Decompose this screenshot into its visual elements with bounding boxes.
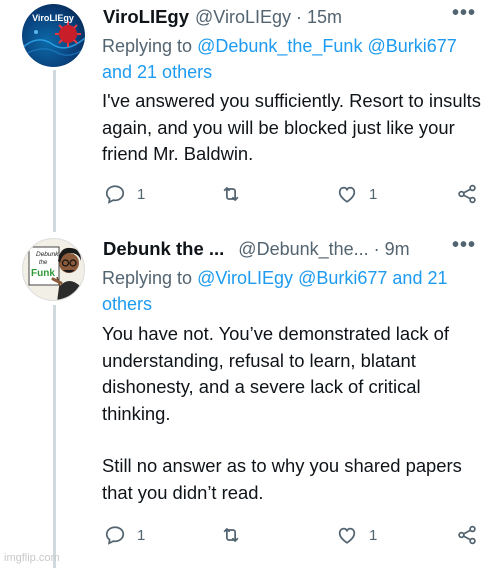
thread-connector-line — [53, 70, 56, 232]
separator-dot: · — [296, 6, 303, 27]
share-icon — [458, 525, 476, 545]
retweet-button[interactable] — [220, 524, 253, 546]
replying-to: Replying to @Debunk_the_Funk @Burki677 a… — [102, 33, 482, 85]
avatar-sign-text: Funk — [31, 268, 55, 279]
separator-dot: · — [373, 238, 380, 259]
tweet-virolieg[interactable]: ViroLIEgy ViroLIEgy @ViroLIEgy · 15m •••… — [0, 0, 500, 232]
retweet-icon — [223, 527, 239, 543]
cartoon-avatar-image: Debunk the Funk — [28, 246, 83, 300]
watermark: imgflip.com — [4, 552, 60, 564]
like-count: 1 — [369, 526, 378, 544]
reply-button[interactable]: 1 — [104, 524, 145, 546]
virus-avatar-image: ViroLIEgy — [22, 13, 85, 57]
avatar-sign-text: Debunk — [36, 251, 59, 258]
reply-count: 1 — [137, 526, 146, 544]
others-link[interactable]: and 21 others — [102, 62, 212, 82]
replying-to-prefix: Replying to — [102, 36, 198, 56]
tweet-text: I've answered you sufficiently. Resort t… — [102, 88, 482, 168]
thread-connector-line — [53, 305, 56, 568]
retweet-icon — [223, 186, 239, 202]
share-button[interactable] — [456, 183, 478, 205]
action-bar: 1 1 — [102, 183, 482, 209]
avatar-sign-text: the — [39, 260, 48, 266]
tweet-paragraph: Still no answer as to why you shared pap… — [102, 455, 462, 503]
tweet-paragraph: I've answered you sufficiently. Resort t… — [102, 90, 481, 164]
replying-to-prefix: Replying to — [102, 268, 198, 288]
tweet-header: ViroLIEgy @ViroLIEgy · 15m — [103, 5, 342, 29]
tweet-text: You have not. You’ve demonstrated lack o… — [102, 321, 482, 506]
share-icon — [458, 184, 476, 204]
tweet-paragraph: You have not. You’ve demonstrated lack o… — [102, 323, 449, 424]
tweet-debunk-the-funk[interactable]: Debunk the Funk Debunk the ... @Debunk_t… — [0, 228, 500, 568]
mention-link[interactable]: @Debunk_the_Funk — [197, 36, 362, 56]
like-icon — [338, 186, 356, 203]
mention-link[interactable]: @Burki677 — [367, 36, 456, 56]
handle[interactable]: @ViroLIEgy — [195, 7, 291, 28]
tweet-header: Debunk the ... @Debunk_the... · 9m — [103, 237, 410, 261]
display-name[interactable]: ViroLIEgy — [103, 6, 189, 28]
avatar-logo-text: ViroLIEgy — [32, 13, 74, 23]
reply-icon — [105, 526, 125, 545]
mention-link[interactable]: @Burki677 — [298, 268, 387, 288]
handle[interactable]: @Debunk_the... — [238, 239, 368, 260]
reply-icon — [105, 185, 125, 204]
avatar[interactable]: Debunk the Funk — [22, 238, 85, 301]
like-button[interactable]: 1 — [336, 524, 377, 546]
like-icon — [338, 527, 356, 544]
like-button[interactable]: 1 — [336, 183, 377, 205]
share-button[interactable] — [456, 524, 478, 546]
more-options-icon[interactable]: ••• — [452, 2, 476, 25]
avatar[interactable]: ViroLIEgy — [22, 4, 85, 67]
retweet-button[interactable] — [220, 183, 253, 205]
reply-button[interactable]: 1 — [104, 183, 145, 205]
reply-count: 1 — [137, 185, 146, 203]
action-bar: 1 1 — [102, 524, 482, 550]
like-count: 1 — [369, 185, 378, 203]
timestamp[interactable]: 15m — [307, 7, 342, 28]
timestamp[interactable]: 9m — [385, 239, 410, 260]
mention-link[interactable]: @ViroLIEgy — [197, 268, 293, 288]
more-options-icon[interactable]: ••• — [452, 234, 476, 257]
display-name[interactable]: Debunk the ... — [103, 238, 224, 260]
replying-to: Replying to @ViroLIEgy @Burki677 and 21 … — [102, 265, 482, 317]
